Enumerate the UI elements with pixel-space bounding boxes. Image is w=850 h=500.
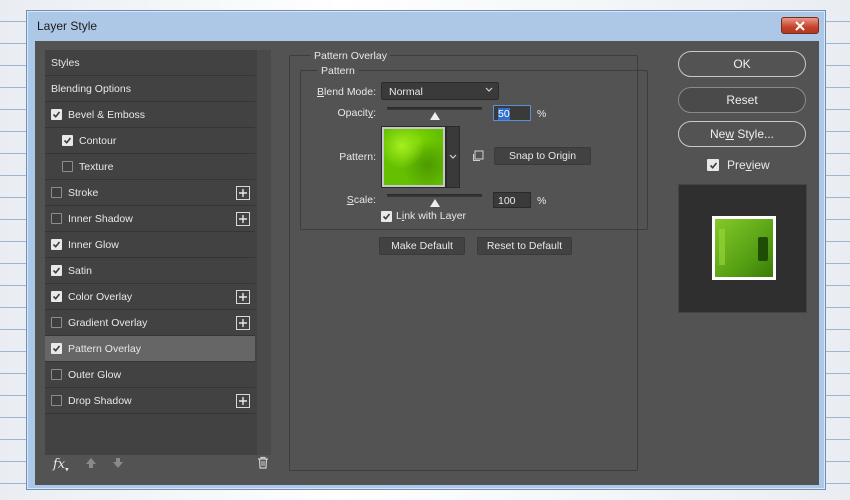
pattern-label: Pattern:	[339, 151, 376, 163]
ok-button[interactable]: OK	[678, 51, 806, 77]
style-item-pattern-overlay[interactable]: Pattern Overlay	[45, 336, 255, 362]
blend-mode-value: Normal	[389, 86, 423, 98]
style-item-label: Color Overlay	[68, 290, 133, 303]
add-effect-icon[interactable]	[236, 186, 250, 200]
close-button[interactable]	[781, 17, 819, 34]
style-checkbox[interactable]	[51, 239, 62, 250]
style-item-texture[interactable]: Texture	[45, 154, 255, 180]
style-item-styles[interactable]: Styles	[45, 50, 255, 76]
style-checkbox[interactable]	[51, 109, 62, 120]
style-checkbox[interactable]	[51, 187, 62, 198]
blend-mode-select[interactable]: Normal	[381, 82, 499, 100]
arrow-down-icon[interactable]	[112, 457, 124, 472]
preview-label: Preview	[727, 158, 770, 172]
preview-checkbox[interactable]: Preview	[707, 158, 770, 172]
pattern-swatch[interactable]	[381, 126, 446, 188]
style-checkbox[interactable]	[51, 291, 62, 302]
style-checkbox[interactable]	[51, 265, 62, 276]
style-item-outer-glow[interactable]: Outer Glow	[45, 362, 255, 388]
add-effect-icon[interactable]	[236, 212, 250, 226]
style-item-label: Blending Options	[51, 82, 131, 95]
opacity-input[interactable]: 50	[493, 105, 531, 121]
style-item-contour[interactable]: Contour	[45, 128, 255, 154]
opacity-label: Opacity:	[337, 107, 376, 119]
scale-slider[interactable]	[387, 194, 482, 197]
style-item-label: Bevel & Emboss	[68, 108, 146, 121]
style-item-gradient-overlay[interactable]: Gradient Overlay	[45, 310, 255, 336]
style-checkbox[interactable]	[62, 161, 73, 172]
style-item-color-overlay[interactable]: Color Overlay	[45, 284, 255, 310]
style-checkbox[interactable]	[51, 317, 62, 328]
list-scrollbar[interactable]	[257, 50, 271, 455]
style-checkbox[interactable]	[51, 343, 62, 354]
title-bar[interactable]: Layer Style	[27, 11, 825, 39]
style-item-blending-options[interactable]: Blending Options	[45, 76, 255, 102]
dialog-title: Layer Style	[37, 19, 98, 33]
style-item-drop-shadow[interactable]: Drop Shadow	[45, 388, 255, 414]
add-effect-icon[interactable]	[236, 394, 250, 408]
snap-to-origin-button[interactable]: Snap to Origin	[494, 147, 591, 165]
reset-to-default-button[interactable]: Reset to Default	[477, 237, 572, 255]
style-checkbox[interactable]	[51, 213, 62, 224]
close-icon	[795, 20, 805, 31]
chevron-down-icon	[485, 85, 493, 98]
styles-list: Styles Blending Options Bevel & Emboss Cont…	[45, 50, 271, 455]
pattern-picker-button[interactable]	[446, 126, 460, 188]
styles-toolbar: fx▾	[45, 453, 271, 479]
style-item-label: Inner Glow	[68, 238, 119, 251]
pattern-overlay-title: Pattern Overlay	[311, 50, 390, 62]
opacity-slider-thumb[interactable]	[429, 112, 440, 120]
pattern-subgroup-title: Pattern	[317, 65, 359, 77]
make-default-button[interactable]: Make Default	[379, 237, 465, 255]
style-item-label: Inner Shadow	[68, 212, 133, 225]
preview-check[interactable]	[707, 159, 719, 171]
opacity-percent: %	[537, 108, 547, 120]
scale-percent: %	[537, 195, 547, 207]
preview-thumbnail	[712, 216, 776, 280]
style-checkbox[interactable]	[51, 395, 62, 406]
link-with-layer-check[interactable]	[381, 210, 392, 222]
style-item-label: Pattern Overlay	[68, 342, 141, 355]
style-item-satin[interactable]: Satin	[45, 258, 255, 284]
scale-slider-thumb[interactable]	[429, 199, 440, 207]
style-item-label: Contour	[79, 134, 117, 147]
add-effect-icon[interactable]	[236, 290, 250, 304]
reset-button[interactable]: Reset	[678, 87, 806, 113]
style-item-label: Texture	[79, 160, 114, 173]
style-item-label: Satin	[68, 264, 92, 277]
fx-icon[interactable]: fx▾	[53, 457, 69, 474]
link-with-layer-checkbox[interactable]: Link with Layer	[381, 210, 466, 222]
style-item-stroke[interactable]: Stroke	[45, 180, 255, 206]
layer-style-dialog: Layer Style Styles Blending Options Bevel …	[26, 10, 826, 490]
scale-label: Scale:	[346, 194, 376, 206]
style-item-bevel-emboss[interactable]: Bevel & Emboss	[45, 102, 255, 128]
style-item-inner-shadow[interactable]: Inner Shadow	[45, 206, 255, 232]
scale-input[interactable]: 100	[493, 192, 531, 208]
style-item-label: Styles	[51, 56, 80, 69]
style-item-inner-glow[interactable]: Inner Glow	[45, 232, 255, 258]
dialog-client: Styles Blending Options Bevel & Emboss Cont…	[35, 41, 819, 485]
style-item-label: Gradient Overlay	[68, 316, 148, 329]
opacity-slider[interactable]	[387, 107, 482, 110]
arrow-up-icon[interactable]	[85, 457, 97, 472]
chevron-down-icon	[449, 154, 457, 159]
style-item-label: Stroke	[68, 186, 99, 199]
style-preview	[678, 184, 807, 313]
new-preset-icon[interactable]	[473, 150, 484, 164]
style-checkbox[interactable]	[51, 369, 62, 380]
style-item-label: Outer Glow	[68, 368, 122, 381]
blend-mode-label: Blend Mode:	[317, 86, 376, 98]
style-checkbox[interactable]	[62, 135, 73, 146]
trash-icon[interactable]	[257, 456, 269, 472]
add-effect-icon[interactable]	[236, 316, 250, 330]
style-item-label: Drop Shadow	[68, 394, 132, 407]
link-with-layer-label: Link with Layer	[396, 210, 467, 222]
new-style-button[interactable]: New Style...	[678, 121, 806, 147]
